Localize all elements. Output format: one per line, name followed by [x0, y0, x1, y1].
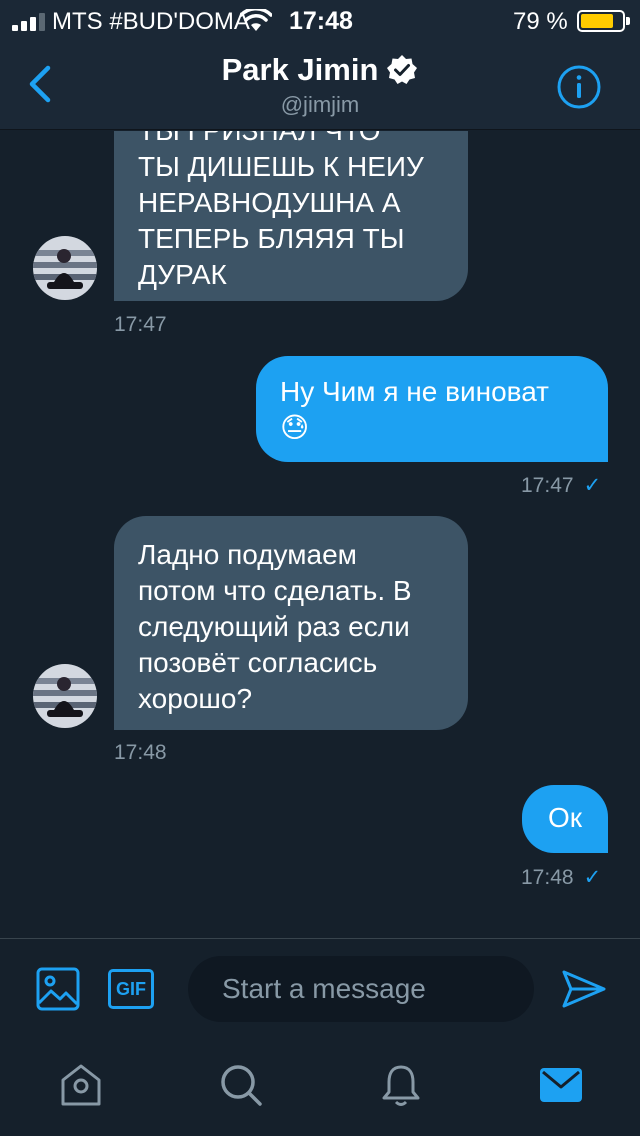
signal-strength-icon [12, 13, 45, 31]
message-bubble-outgoing[interactable]: Ок [522, 785, 608, 853]
search-icon[interactable] [218, 1062, 264, 1108]
sent-check-icon: ✓ [583, 866, 602, 889]
notifications-icon[interactable] [378, 1062, 424, 1108]
message-thread[interactable]: ТЫ ГРИЗНАЛ ЧТО ТЫ ДИШЕШЬ К НЕИУ НЕРАВНОД… [0, 131, 640, 938]
message-composer: GIF [0, 938, 640, 1040]
message-timestamp: 17:47 [114, 313, 167, 336]
conversation-header: Park Jimin @jimjim [0, 40, 640, 130]
avatar[interactable] [33, 664, 97, 728]
avatar-image [33, 236, 97, 300]
conversation-title[interactable]: Park Jimin @jimjim [0, 52, 640, 118]
message-line: следующий раз если [138, 611, 410, 642]
wifi-icon [240, 9, 272, 31]
contact-name: Park Jimin [221, 52, 379, 87]
send-icon[interactable] [561, 969, 607, 1009]
message-bubble-incoming[interactable]: ТЫ ГРИЗНАЛ ЧТО ТЫ ДИШЕШЬ К НЕИУ НЕРАВНОД… [114, 131, 468, 301]
message-line: Ну Чим я не виноват [280, 376, 549, 407]
battery-fill [581, 14, 613, 28]
message-time: 17:48 [521, 866, 574, 889]
message-bubble-incoming[interactable]: Ладно подумаем потом что сделать. В след… [114, 516, 468, 730]
messages-icon[interactable] [538, 1062, 584, 1108]
message-line: позовёт согласись [138, 647, 378, 678]
image-icon[interactable] [36, 967, 80, 1011]
carrier-name: MTS #BUD'DOMA [52, 8, 250, 35]
message-timestamp: 17:48 ✓ [521, 865, 601, 890]
message-line: ТЫ ГРИЗНАЛ ЧТО [138, 131, 444, 149]
battery-icon [577, 10, 630, 32]
message-timestamp: 17:47 ✓ [521, 473, 601, 498]
message-line: ТЫ ДИШЕШЬ К НЕИУ [138, 151, 424, 182]
gif-button[interactable]: GIF [108, 969, 154, 1009]
status-bar: MTS #BUD'DOMA 17:48 79 % [0, 0, 640, 40]
avatar-image [33, 664, 97, 728]
message-line: хорошо? [138, 683, 253, 714]
contact-handle: @jimjim [280, 92, 360, 117]
status-time: 17:48 [289, 7, 353, 35]
contact-name-row: Park Jimin [222, 52, 419, 88]
message-line: Ок [547, 802, 583, 833]
sent-check-icon: ✓ [583, 474, 602, 497]
message-line: НЕРАВНОДУШНА А [138, 187, 401, 218]
message-time: 17:47 [521, 474, 574, 497]
message-line: Ладно подумаем [138, 539, 357, 570]
message-timestamp: 17:48 [114, 741, 167, 764]
message-line: ТЕПЕРЬ БЛЯЯЯ ТЫ [138, 223, 405, 254]
avatar[interactable] [33, 236, 97, 300]
message-bubble-outgoing[interactable]: Ну Чим я не виноват 😓 [256, 356, 608, 462]
home-icon[interactable] [58, 1062, 104, 1108]
message-line: потом что сделать. В [138, 575, 412, 606]
bottom-tab-bar [0, 1040, 640, 1136]
info-icon[interactable] [556, 64, 602, 110]
message-line: ДУРАК [138, 259, 227, 290]
emoji-downcast-sweat: 😓 [280, 412, 310, 443]
battery-percentage: 79 % [513, 8, 568, 35]
verified-badge-icon [387, 55, 418, 84]
message-input[interactable] [188, 956, 534, 1022]
